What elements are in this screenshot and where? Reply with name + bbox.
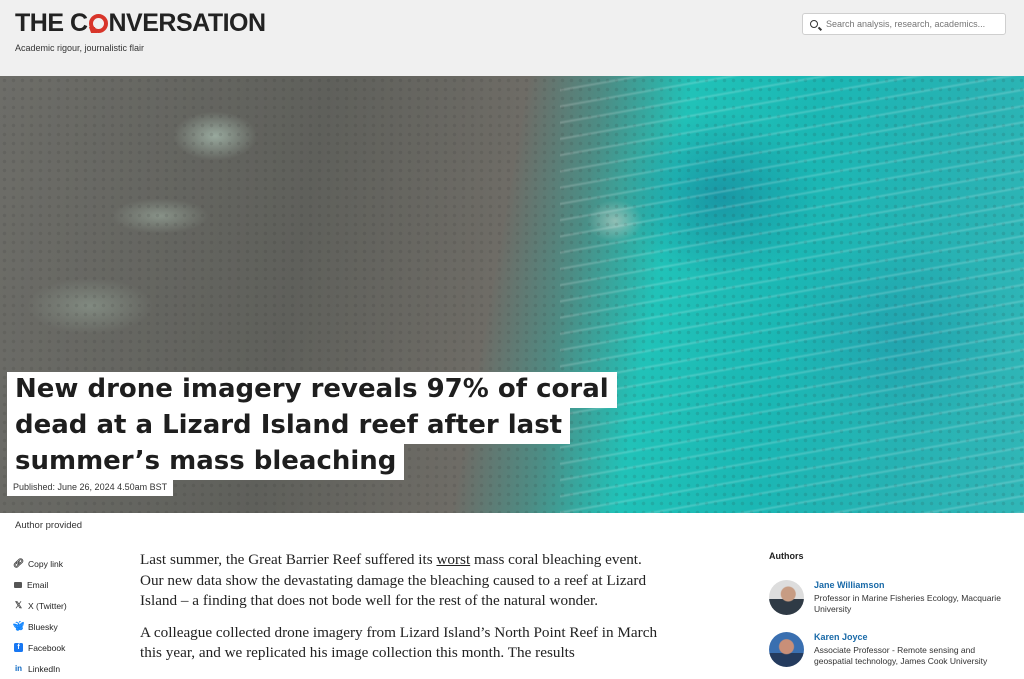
logo-text-end: NVERSATION xyxy=(108,9,267,37)
hero-water-texture xyxy=(560,76,1024,513)
p1-text-start: Last summer, the Great Barrier Reef suff… xyxy=(140,551,437,568)
share-links: 🔗︎ Copy link Email 𝕏 X (Twitter) 🦋︎ Blue… xyxy=(12,553,67,679)
site-tagline: Academic rigour, journalistic flair xyxy=(15,43,145,53)
email-icon xyxy=(14,581,22,588)
bluesky-icon: 🦋︎ xyxy=(12,621,25,631)
share-label: Copy link xyxy=(28,558,63,569)
search-input[interactable] xyxy=(824,18,1005,30)
article-title-line-3: summer’s mass bleaching xyxy=(7,444,405,480)
search-icon xyxy=(810,20,818,28)
article-body: Last summer, the Great Barrier Reef suff… xyxy=(140,550,668,675)
link-icon: 🔗︎ xyxy=(12,558,25,568)
share-linkedin[interactable]: in LinkedIn xyxy=(14,658,67,679)
share-x[interactable]: 𝕏 X (Twitter) xyxy=(14,595,67,616)
article-title-line-1: New drone imagery reveals 97% of coral xyxy=(7,372,617,408)
x-icon: 𝕏 xyxy=(14,600,23,610)
share-label: Email xyxy=(27,579,49,590)
logo-speech-bubble-icon xyxy=(88,14,108,33)
worst-link[interactable]: worst xyxy=(436,551,470,568)
share-label: LinkedIn xyxy=(28,663,61,674)
published-date: Published: June 26, 2024 4.50am BST xyxy=(7,480,174,496)
author-role: Associate Professor - Remote sensing and… xyxy=(814,645,988,666)
site-logo[interactable]: THE C NVERSATION xyxy=(15,9,266,38)
avatar[interactable] xyxy=(769,632,804,667)
share-bluesky[interactable]: 🦋︎ Bluesky xyxy=(12,616,67,637)
paragraph-2: A colleague collected drone imagery from… xyxy=(140,623,658,662)
share-copy-link[interactable]: 🔗︎ Copy link xyxy=(12,553,67,574)
image-credit: Author provided xyxy=(15,520,83,531)
avatar[interactable] xyxy=(769,580,804,615)
share-label: Bluesky xyxy=(28,621,58,632)
site-header: THE C NVERSATION Academic rigour, journal… xyxy=(0,0,1024,76)
facebook-icon: f xyxy=(14,643,23,652)
search-box[interactable] xyxy=(802,13,1006,35)
share-email[interactable]: Email xyxy=(14,574,67,595)
logo-text-start: THE C xyxy=(15,9,88,37)
paragraph-1: Last summer, the Great Barrier Reef suff… xyxy=(140,550,668,612)
authors-heading: Authors xyxy=(769,551,804,561)
share-label: X (Twitter) xyxy=(28,600,67,611)
author-name-link[interactable]: Jane Williamson xyxy=(814,580,884,590)
author-name-link[interactable]: Karen Joyce xyxy=(814,632,868,642)
share-label: Facebook xyxy=(28,642,66,653)
share-facebook[interactable]: f Facebook xyxy=(14,637,67,658)
linkedin-icon: in xyxy=(14,664,23,673)
author-role: Professor in Marine Fisheries Ecology, M… xyxy=(814,593,1001,614)
article-title-line-2: dead at a Lizard Island reef after last xyxy=(7,408,571,444)
